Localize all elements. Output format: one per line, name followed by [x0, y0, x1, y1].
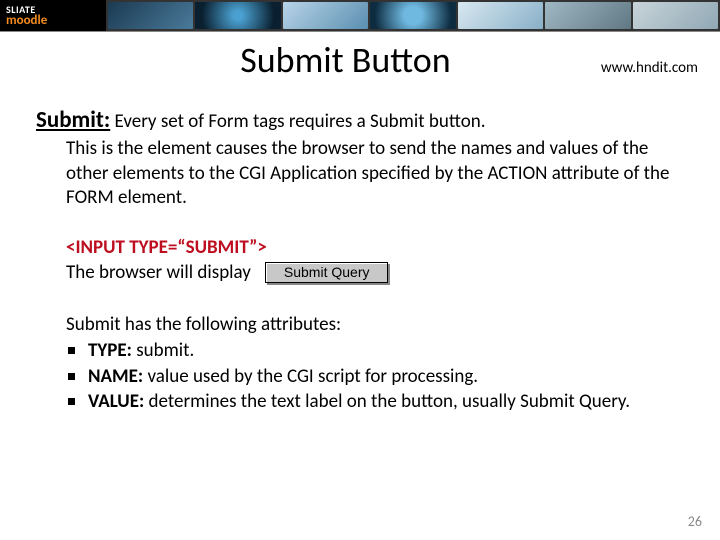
slide-content: Submit: Every set of Form tags requires … [0, 82, 720, 414]
logo-line-2: moodle [6, 14, 106, 27]
lead-line: Submit: Every set of Form tags requires … [36, 106, 684, 135]
attr-key: TYPE: [88, 339, 132, 362]
collage-cell [370, 2, 455, 29]
banner-strip: SLIATE moodle [0, 0, 720, 32]
attr-val: value used by the CGI script for process… [143, 365, 478, 388]
collage-cell [108, 2, 193, 29]
lead-text: Every set of Form tags requires a Submit… [110, 110, 485, 133]
code-block: <INPUT TYPE=“SUBMIT”> The browser will d… [66, 236, 684, 285]
attributes-intro: Submit has the following attributes: [66, 313, 684, 337]
attributes-list: TYPE: submit. NAME: value used by the CG… [66, 339, 684, 414]
description-text: This is the element causes the browser t… [66, 137, 684, 210]
attr-key: NAME: [88, 365, 143, 388]
collage-cell [458, 2, 543, 29]
attr-val: determines the text label on the button,… [144, 390, 630, 413]
list-item: NAME: value used by the CGI script for p… [66, 365, 684, 389]
page-number: 26 [688, 513, 702, 530]
code-snippet: <INPUT TYPE=“SUBMIT”> [66, 236, 684, 260]
list-item: TYPE: submit. [66, 339, 684, 363]
list-item: VALUE: determines the text label on the … [66, 390, 684, 414]
logo-block: SLIATE moodle [0, 0, 106, 31]
display-row: The browser will display Submit Query [66, 261, 684, 285]
submit-query-button-graphic: Submit Query [265, 262, 389, 283]
attr-val: submit. [132, 339, 194, 362]
display-text: The browser will display [66, 261, 251, 285]
lead-label: Submit: [36, 106, 110, 134]
banner-collage [106, 0, 720, 31]
attr-key: VALUE: [88, 390, 144, 413]
collage-cell [283, 2, 368, 29]
page-title: Submit Button [120, 38, 571, 82]
collage-cell [545, 2, 630, 29]
site-url: www.hndit.com [601, 59, 698, 77]
attributes-section: Submit has the following attributes: TYP… [66, 313, 684, 414]
collage-cell [633, 2, 718, 29]
collage-cell [195, 2, 280, 29]
title-row: Submit Button www.hndit.com [0, 38, 720, 82]
